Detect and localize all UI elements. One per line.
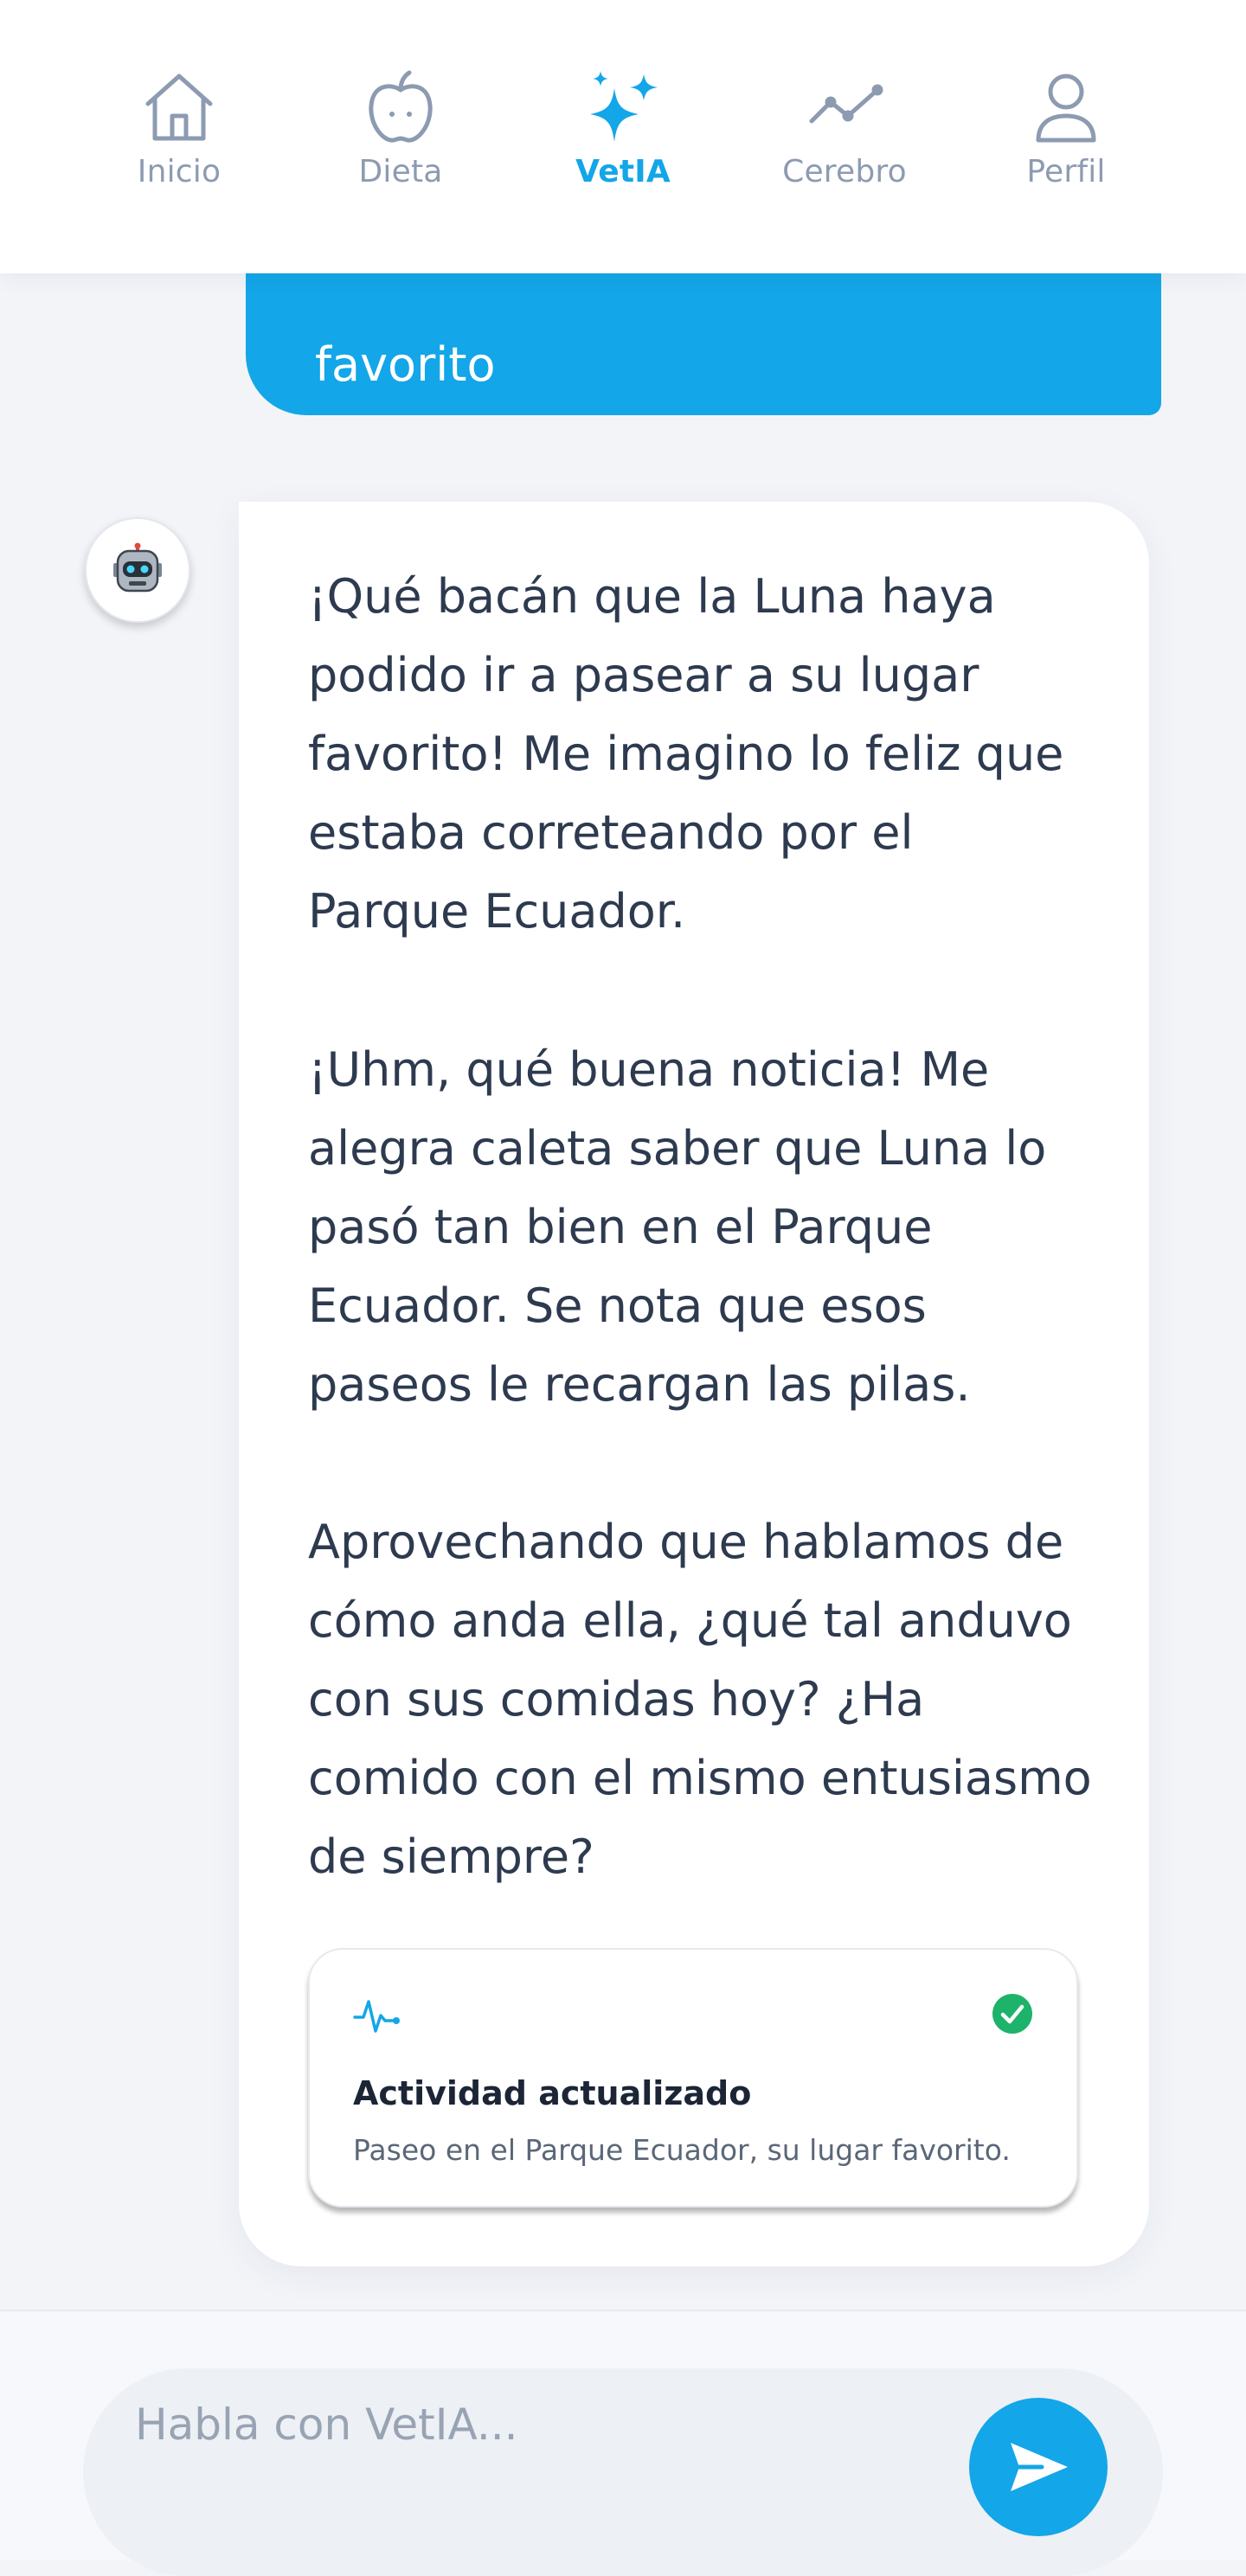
user-message-text: favorito [315, 337, 496, 392]
trend-line-icon [805, 67, 884, 147]
chat-input-container [83, 2368, 1163, 2576]
bot-message-bubble: ¡Qué bacán que la Luna haya podido ir a … [239, 502, 1149, 2266]
user-message-bubble: favorito [246, 273, 1161, 415]
robot-icon [113, 542, 162, 593]
bot-message-paragraph: Aprovechando que hablamos de cómo anda e… [308, 1515, 1092, 1884]
home-icon [139, 67, 219, 147]
nav-label: Cerebro [782, 154, 907, 189]
nav-label: Dieta [358, 154, 443, 189]
status-card-title: Actividad actualizado [353, 2074, 752, 2112]
sparkles-icon [583, 67, 663, 147]
bot-avatar [85, 517, 190, 623]
nav-item-vetia[interactable]: VetIA [519, 67, 727, 215]
send-button[interactable] [969, 2398, 1108, 2536]
nav-label: Inicio [137, 154, 222, 189]
activity-update-card: Actividad actualizado Paseo en el Parque… [308, 1948, 1078, 2208]
nav-item-cerebro[interactable]: Cerebro [741, 67, 948, 215]
nav-label: Perfil [1026, 154, 1106, 189]
message-composer [0, 2310, 1246, 2576]
status-card-description: Paseo en el Parque Ecuador, su lugar fav… [353, 2133, 1011, 2167]
user-icon [1026, 67, 1106, 147]
apple-icon [361, 67, 440, 147]
bot-message-paragraph: ¡Qué bacán que la Luna haya podido ir a … [308, 569, 1064, 939]
activity-pulse-icon [353, 2000, 400, 2033]
chat-input[interactable] [135, 2368, 1000, 2576]
bot-message-paragraph: ¡Uhm, qué buena noticia! Me alegra calet… [308, 1042, 1047, 1412]
nav-label: VetIA [575, 154, 671, 189]
chat-thread[interactable]: favorito ¡Qué bacán que la Luna haya pod… [0, 273, 1246, 2310]
nav-item-dieta[interactable]: Dieta [297, 67, 504, 215]
send-icon [1011, 2443, 1068, 2491]
check-circle-icon [992, 1994, 1032, 2034]
top-navigation: Inicio Dieta VetIA Cerebro Perfil [0, 0, 1246, 273]
nav-item-perfil[interactable]: Perfil [962, 67, 1170, 215]
nav-item-inicio[interactable]: Inicio [75, 67, 283, 215]
